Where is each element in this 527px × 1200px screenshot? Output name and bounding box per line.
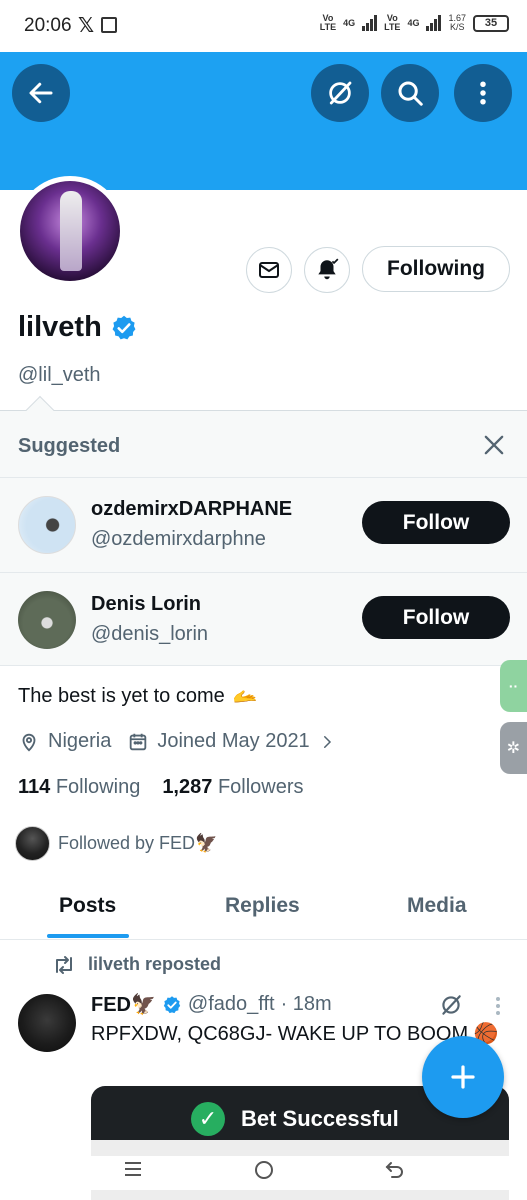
profile-bio: The best is yet to come 🫴 bbox=[18, 684, 258, 709]
plus-icon bbox=[451, 1065, 475, 1089]
post-time: · 18m bbox=[280, 993, 332, 1015]
net-speed: 1.67 K/S bbox=[448, 13, 466, 32]
system-nav-bar bbox=[0, 1140, 527, 1200]
bio-emoji: 🫴 bbox=[232, 686, 258, 708]
more-vertical-icon[interactable] bbox=[490, 994, 506, 1018]
followed-by-avatar bbox=[15, 826, 50, 861]
profile-avatar[interactable] bbox=[15, 176, 125, 286]
verified-badge-icon bbox=[112, 315, 136, 339]
profile-meta: Nigeria Joined May 2021 bbox=[18, 730, 336, 753]
calendar-icon bbox=[130, 733, 147, 750]
grok-button[interactable] bbox=[311, 64, 369, 122]
tab-media[interactable]: Media bbox=[407, 894, 467, 918]
status-bar: 20:06 𝕏 Vo LTE 4G Vo LTE 4G 1.67 K/S 35 bbox=[0, 0, 527, 52]
profile-banner bbox=[0, 52, 527, 190]
following-count-link[interactable]: 114 Following bbox=[18, 776, 140, 799]
app-notification-icon bbox=[101, 17, 117, 33]
more-vertical-icon bbox=[480, 81, 486, 105]
follow-button[interactable]: Follow bbox=[362, 596, 510, 639]
followers-count-link[interactable]: 1,287 Followers bbox=[162, 776, 303, 799]
battery-icon: 35 bbox=[473, 14, 509, 32]
follow-button[interactable]: Follow bbox=[362, 501, 510, 544]
suggested-avatar[interactable] bbox=[18, 591, 76, 649]
repost-icon bbox=[56, 955, 72, 974]
chevron-right-icon[interactable] bbox=[318, 733, 336, 751]
suggested-user[interactable]: Denis Lorin @denis_lorin Follow bbox=[0, 572, 527, 667]
back-nav-icon[interactable] bbox=[383, 1158, 407, 1182]
profile-handle: @lil_veth bbox=[18, 364, 101, 386]
profile-tabs: Posts Replies Media bbox=[0, 878, 527, 940]
avatar-image bbox=[20, 181, 120, 281]
location-pin-icon bbox=[22, 733, 36, 751]
recents-icon[interactable] bbox=[122, 1158, 144, 1180]
post-author-handle: @fado_fft bbox=[187, 993, 275, 1015]
tab-replies[interactable]: Replies bbox=[225, 894, 300, 918]
follow-counts: 114 Following 1,287 Followers bbox=[18, 776, 304, 799]
message-button[interactable] bbox=[246, 247, 292, 293]
x-logo-icon: 𝕏 bbox=[78, 15, 95, 37]
suggested-name[interactable]: Denis Lorin bbox=[91, 593, 201, 616]
search-button[interactable] bbox=[381, 64, 439, 122]
home-icon[interactable] bbox=[252, 1158, 276, 1182]
following-button[interactable]: Following bbox=[362, 246, 510, 292]
close-icon[interactable] bbox=[480, 431, 508, 459]
back-button[interactable] bbox=[12, 64, 70, 122]
network-2-gen: 4G bbox=[407, 18, 420, 28]
signal-2-icon bbox=[426, 15, 442, 31]
sparkle-icon: ✲ bbox=[506, 740, 521, 757]
post-header: FED🦅 @fado_fft · 18m bbox=[91, 992, 332, 1017]
arrow-left-icon bbox=[29, 82, 53, 104]
tab-posts[interactable]: Posts bbox=[59, 894, 116, 918]
repost-label: lilveth reposted bbox=[88, 954, 222, 974]
network-1-gen: 4G bbox=[343, 18, 356, 28]
more-options-button[interactable] bbox=[454, 64, 512, 122]
search-icon bbox=[398, 81, 423, 106]
side-chat-tab[interactable]: ·· bbox=[500, 660, 527, 712]
verified-badge-icon bbox=[163, 995, 181, 1013]
side-tool-tab[interactable]: ✲ bbox=[500, 722, 527, 774]
suggested-panel: Suggested ozdemirxDARPHANE @ozdemirxdarp… bbox=[0, 410, 527, 666]
post-author-name[interactable]: FED🦅 bbox=[91, 992, 156, 1017]
bio-text: The best is yet to come bbox=[18, 685, 225, 707]
location-text: Nigeria bbox=[48, 730, 112, 752]
suggested-handle: @denis_lorin bbox=[91, 623, 209, 645]
suggested-name[interactable]: ozdemirxDARPHANE bbox=[91, 498, 292, 521]
dots-icon: ·· bbox=[508, 678, 519, 694]
bell-check-icon bbox=[318, 258, 339, 280]
post-author-avatar[interactable] bbox=[18, 994, 76, 1052]
suggested-avatar[interactable] bbox=[18, 496, 76, 554]
compose-button[interactable] bbox=[422, 1036, 504, 1118]
suggested-handle: @ozdemirxdarphne bbox=[91, 528, 266, 550]
joined-text: Joined May 2021 bbox=[157, 730, 310, 752]
signal-1-icon bbox=[362, 15, 378, 31]
active-tab-indicator bbox=[47, 934, 129, 938]
network-1: Vo LTE bbox=[319, 13, 337, 32]
repost-indicator: lilveth reposted bbox=[52, 954, 221, 975]
post-card-text: Bet Successful bbox=[241, 1106, 399, 1131]
display-name: lilveth bbox=[18, 311, 138, 344]
status-indicators: Vo LTE 4G Vo LTE 4G 1.67 K/S 35 bbox=[320, 14, 509, 32]
suggested-user[interactable]: ozdemirxDARPHANE @ozdemirxdarphne Follow bbox=[0, 477, 527, 572]
notify-button[interactable] bbox=[304, 247, 350, 293]
followed-by[interactable]: Followed by FED🦅 bbox=[15, 826, 217, 861]
grok-icon[interactable] bbox=[438, 992, 464, 1018]
display-name-text: lilveth bbox=[18, 311, 102, 343]
followed-by-text: Followed by FED🦅 bbox=[58, 833, 218, 853]
check-circle-icon: ✓ bbox=[191, 1102, 225, 1136]
network-2: Vo LTE bbox=[384, 13, 401, 32]
grok-icon bbox=[329, 81, 352, 105]
envelope-icon bbox=[259, 262, 279, 278]
status-time: 20:06 bbox=[24, 15, 72, 36]
suggested-title: Suggested bbox=[18, 435, 121, 457]
